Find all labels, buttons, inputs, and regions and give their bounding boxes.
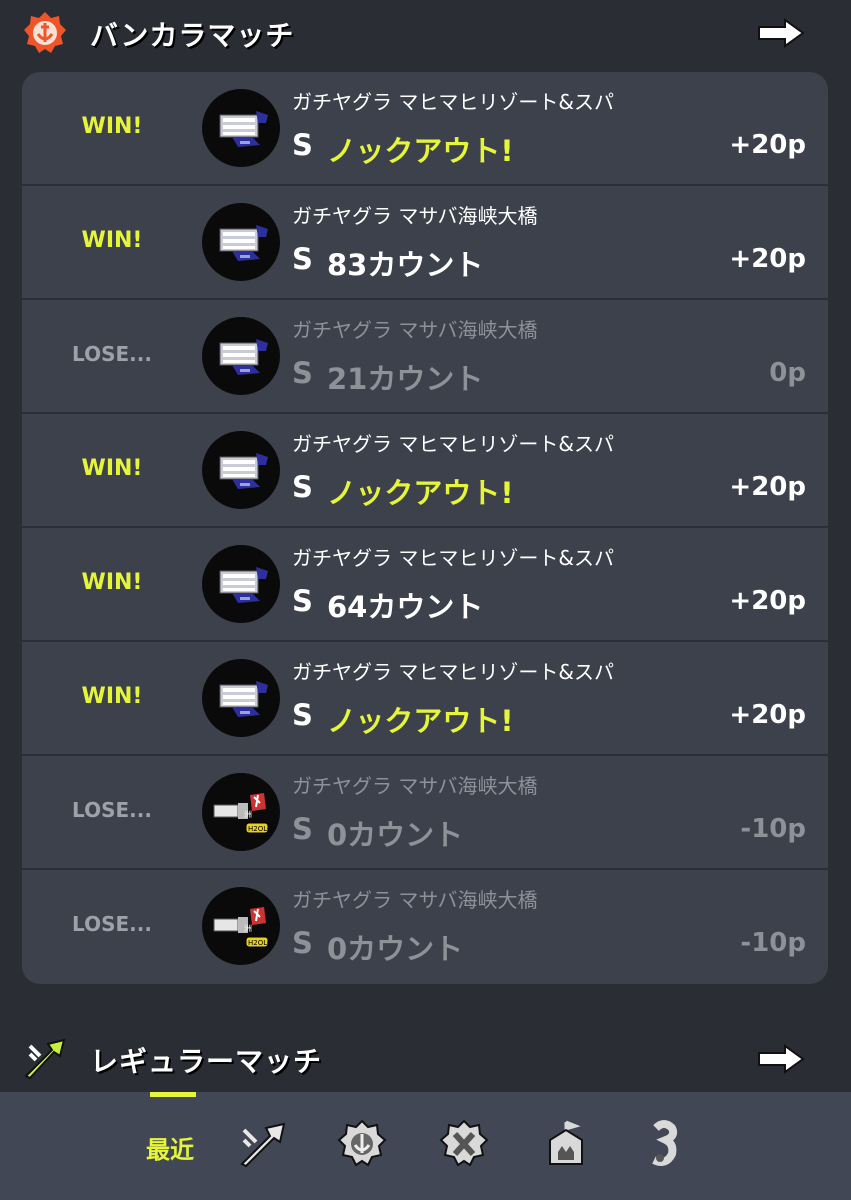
score-label: ノックアウト!: [327, 476, 514, 510]
svg-text:洲: 洲: [244, 810, 252, 819]
weapon-icon-blaster: [202, 545, 280, 623]
match-history-list: WIN! ガチヤグラ マヒマヒリゾート&スパ S ノックアウト! +20p WIN! ガ…: [22, 72, 828, 984]
bottom-tab-bar: 最近: [0, 1092, 851, 1200]
match-row[interactable]: WIN! ガチヤグラ マサバ海峡大橋 S 83カウント +20p: [22, 186, 828, 300]
points-change: -10p: [740, 814, 806, 844]
score-label: 83カウント: [327, 248, 484, 282]
svg-text:洲: 洲: [244, 924, 252, 933]
win-label: WIN!: [81, 684, 143, 709]
rank-label: S: [292, 470, 313, 504]
active-tab-indicator: [150, 1092, 196, 1097]
mode-stage-label: ガチヤグラ マヒマヒリゾート&スパ: [292, 660, 614, 684]
weapon-icon-shooter: 洲 H2OLO: [202, 773, 280, 851]
mode-stage-label: ガチヤグラ マサバ海峡大橋: [292, 204, 538, 228]
private-match-icon[interactable]: [638, 1118, 690, 1170]
svg-text:H2OLO: H2OLO: [248, 825, 273, 833]
section-title: バンカラマッチ: [90, 19, 295, 52]
regular-section-header[interactable]: レギュラーマッチ: [0, 1026, 851, 1090]
weapon-icon-blaster: [202, 89, 280, 167]
mode-stage-label: ガチヤグラ マヒマヒリゾート&スパ: [292, 90, 614, 114]
rank-label: S: [292, 242, 313, 276]
rank-label: S: [292, 812, 313, 846]
win-label: WIN!: [81, 570, 143, 595]
points-change: +20p: [729, 472, 806, 502]
rank-label: S: [292, 584, 313, 618]
points-change: +20p: [729, 586, 806, 616]
lose-label: LOSE...: [72, 912, 152, 936]
regular-match-icon[interactable]: [236, 1118, 288, 1170]
event-match-icon[interactable]: [540, 1118, 592, 1170]
score-label: 64カウント: [327, 590, 484, 624]
rank-label: S: [292, 698, 313, 732]
points-change: -10p: [740, 928, 806, 958]
weapon-icon-shooter: 洲 H2OLO: [202, 887, 280, 965]
arrow-right-icon[interactable]: [757, 18, 805, 48]
rank-label: S: [292, 926, 313, 960]
x-match-icon[interactable]: [438, 1118, 490, 1170]
weapon-icon-blaster: [202, 317, 280, 395]
win-label: WIN!: [81, 228, 143, 253]
weapon-icon-blaster: [202, 659, 280, 737]
score-label: 21カウント: [327, 362, 484, 396]
bankara-match-icon[interactable]: [336, 1118, 388, 1170]
points-change: +20p: [729, 130, 806, 160]
score-label: ノックアウト!: [327, 704, 514, 738]
weapon-icon-blaster: [202, 203, 280, 281]
section-title: レギュラーマッチ: [90, 1045, 323, 1078]
match-row[interactable]: WIN! ガチヤグラ マヒマヒリゾート&スパ S 64カウント +20p: [22, 528, 828, 642]
points-change: 0p: [769, 358, 806, 388]
rank-label: S: [292, 128, 313, 162]
lose-label: LOSE...: [72, 798, 152, 822]
score-label: 0カウント: [327, 932, 464, 966]
weapon-icon-blaster: [202, 431, 280, 509]
win-label: WIN!: [81, 114, 143, 139]
points-change: +20p: [729, 700, 806, 730]
arrow-right-icon[interactable]: [757, 1044, 805, 1074]
mode-stage-label: ガチヤグラ マヒマヒリゾート&スパ: [292, 546, 614, 570]
match-row[interactable]: WIN! ガチヤグラ マヒマヒリゾート&スパ S ノックアウト! +20p: [22, 72, 828, 186]
match-row[interactable]: WIN! ガチヤグラ マヒマヒリゾート&スパ S ノックアウト! +20p: [22, 642, 828, 756]
svg-text:H2OLO: H2OLO: [248, 939, 273, 947]
rank-label: S: [292, 356, 313, 390]
match-row[interactable]: WIN! ガチヤグラ マヒマヒリゾート&スパ S ノックアウト! +20p: [22, 414, 828, 528]
regular-splat-icon: [22, 1036, 68, 1082]
mode-stage-label: ガチヤグラ マサバ海峡大橋: [292, 888, 538, 912]
bankara-section-header[interactable]: バンカラマッチ: [0, 0, 851, 64]
lose-label: LOSE...: [72, 342, 152, 366]
tab-recent[interactable]: 最近: [146, 1130, 194, 1165]
mode-stage-label: ガチヤグラ マサバ海峡大橋: [292, 318, 538, 342]
match-row[interactable]: LOSE... 洲 H2OLO ガチヤグラ マサバ海峡大橋 S 0カウント -10p: [22, 870, 828, 982]
mode-stage-label: ガチヤグラ マヒマヒリゾート&スパ: [292, 432, 614, 456]
match-row[interactable]: LOSE... ガチヤグラ マサバ海峡大橋 S 21カウント 0p: [22, 300, 828, 414]
score-label: ノックアウト!: [327, 134, 514, 168]
points-change: +20p: [729, 244, 806, 274]
win-label: WIN!: [81, 456, 143, 481]
mode-stage-label: ガチヤグラ マサバ海峡大橋: [292, 774, 538, 798]
match-row[interactable]: LOSE... 洲 H2OLO ガチヤグラ マサバ海峡大橋 S 0カウント -10p: [22, 756, 828, 870]
score-label: 0カウント: [327, 818, 464, 852]
bankara-emblem-icon: [22, 10, 68, 56]
